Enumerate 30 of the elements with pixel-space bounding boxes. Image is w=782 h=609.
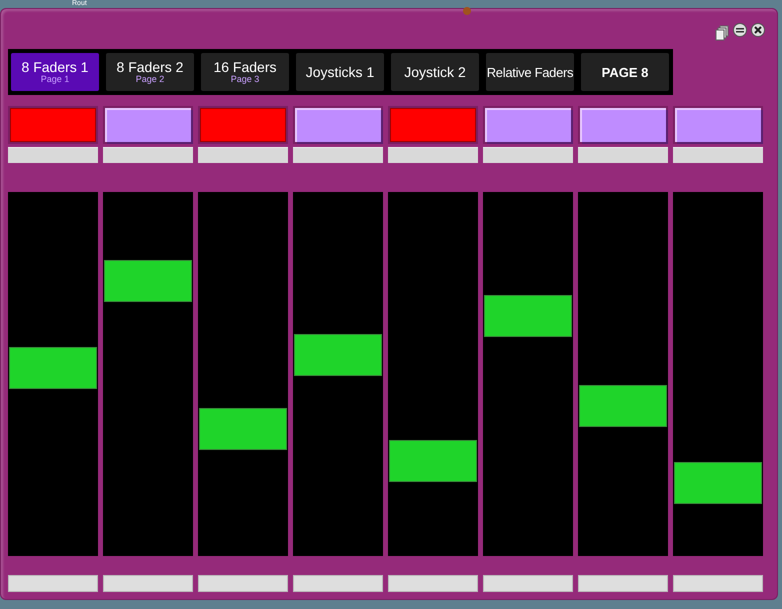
tab[interactable]: Joystick 2 [391,53,479,91]
fader-thumb[interactable] [389,440,477,482]
fader-thumb[interactable] [674,462,762,504]
fader-thumb[interactable] [199,408,287,450]
knob-icon [463,7,471,15]
toggle-button[interactable] [10,108,96,142]
tab[interactable]: 16 Faders Page 3 [201,53,289,91]
fader-track[interactable] [8,192,98,556]
tab[interactable]: 8 Faders 1 Page 1 [11,53,99,91]
fader-track[interactable] [578,192,668,556]
tab[interactable]: 8 Faders 2 Page 2 [106,53,194,91]
fader-thumb[interactable] [9,347,97,389]
tab[interactable]: Relative Faders [486,53,574,91]
close-icon[interactable] [751,23,765,37]
windows-icon[interactable] [715,25,729,41]
fader-track[interactable] [293,192,383,556]
fader-thumb[interactable] [294,334,382,376]
fader-track[interactable] [388,192,478,556]
toggle-button[interactable] [200,108,286,142]
fader-thumb[interactable] [579,385,667,427]
tab[interactable]: PAGE 8 [581,53,669,91]
fader-track[interactable] [673,192,763,556]
minimize-icon[interactable] [733,23,747,37]
fader-track[interactable] [198,192,288,556]
fader-track[interactable] [483,192,573,556]
fader-track[interactable] [103,192,193,556]
toggle-button[interactable] [390,108,476,142]
tab[interactable]: Joysticks 1 [296,53,384,91]
fader-thumb[interactable] [104,260,192,302]
fader-thumb[interactable] [484,295,572,337]
